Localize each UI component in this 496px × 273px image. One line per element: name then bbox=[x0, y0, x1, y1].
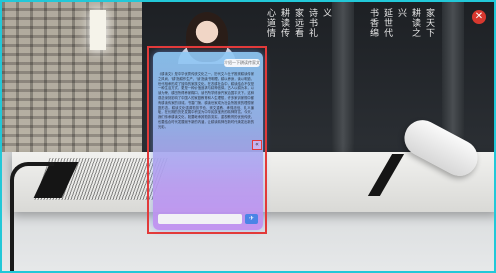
display-pillar bbox=[332, 2, 354, 152]
calligraphy-column: 兴 bbox=[396, 8, 406, 18]
calligraphy-column: 家远看 bbox=[293, 8, 303, 38]
calligraphy-column: 诗书礼 bbox=[307, 8, 317, 38]
chair bbox=[10, 162, 54, 271]
wall-slat-shadow bbox=[2, 2, 142, 152]
calligraphy-column: 耕读之 bbox=[410, 8, 420, 38]
ceiling-light bbox=[90, 10, 106, 50]
calligraphy-column: 心道情 bbox=[265, 8, 275, 38]
virtual-exhibit-scene: 心道情 耕读传 家远看 诗书礼 义 书香绵 延世代 兴 耕读之 家天下 介绍一下… bbox=[0, 0, 496, 273]
chat-panel-highlight bbox=[147, 46, 267, 234]
calligraphy-column: 延世代 bbox=[382, 8, 392, 38]
calligraphy-column: 家天下 bbox=[424, 8, 434, 38]
calligraphy-column: 义 bbox=[321, 8, 331, 18]
calligraphy-column: 耕读传 bbox=[279, 8, 289, 38]
close-button[interactable]: ✕ bbox=[472, 10, 486, 24]
calligraphy-column: 书香绵 bbox=[368, 8, 378, 38]
